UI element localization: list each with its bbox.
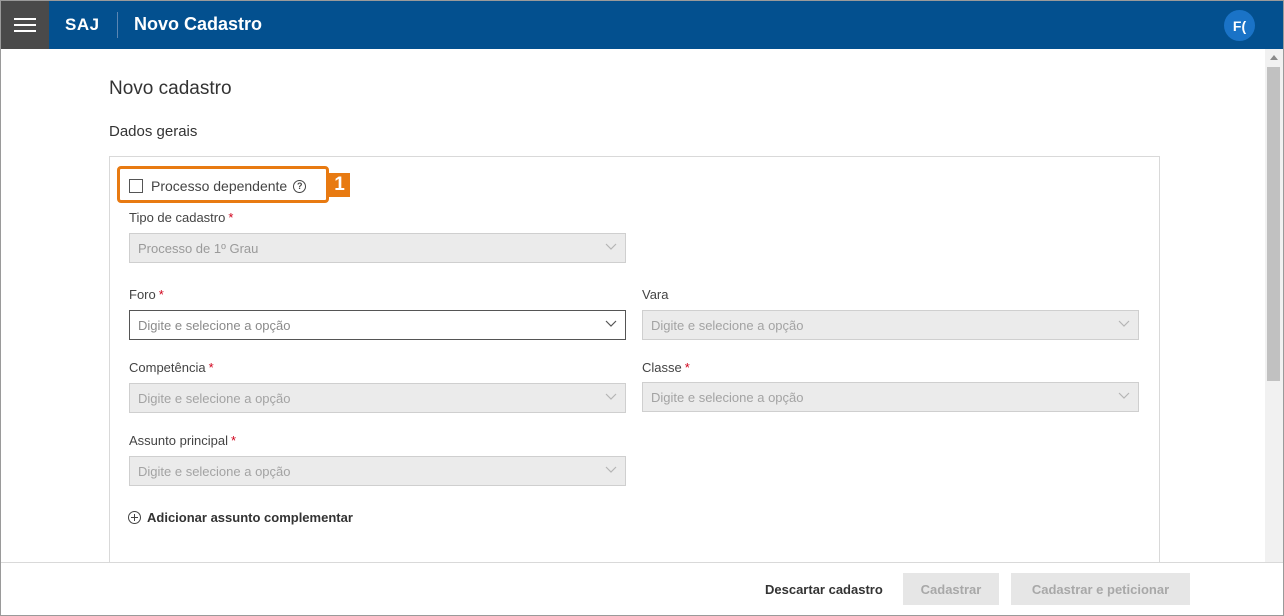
- tipo-cadastro-label-text: Tipo de cadastro: [129, 210, 226, 225]
- classe-label-text: Classe: [642, 360, 682, 375]
- section-title: Dados gerais: [109, 123, 198, 140]
- foro-select[interactable]: Digite e selecione a opção: [129, 310, 626, 340]
- annotation-highlight-box: [117, 166, 329, 203]
- menu-button[interactable]: [1, 1, 49, 49]
- foro-label-text: Foro: [129, 287, 156, 302]
- tipo-cadastro-value: Processo de 1º Grau: [138, 240, 259, 256]
- annotation-badge: 1: [329, 173, 350, 197]
- add-assunto-button[interactable]: Adicionar assunto complementar: [128, 510, 353, 525]
- assunto-principal-label-text: Assunto principal: [129, 433, 228, 448]
- submit-and-petition-button[interactable]: Cadastrar e peticionar: [1011, 573, 1190, 605]
- scroll-thumb[interactable]: [1267, 67, 1280, 381]
- required-mark: *: [208, 360, 214, 375]
- plus-circle-icon: [128, 511, 141, 524]
- chevron-down-icon: [605, 243, 617, 250]
- hamburger-icon: [14, 18, 36, 32]
- foro-label: Foro *: [129, 287, 164, 302]
- top-bar: SAJ Novo Cadastro F(: [1, 1, 1283, 49]
- competencia-placeholder: Digite e selecione a opção: [138, 390, 291, 406]
- competencia-label: Competência *: [129, 360, 214, 375]
- chevron-down-icon: [605, 466, 617, 473]
- app-window: SAJ Novo Cadastro F( Novo cadastro Dados…: [0, 0, 1284, 616]
- vara-label-text: Vara: [642, 287, 669, 302]
- chevron-down-icon: [1118, 320, 1130, 327]
- assunto-principal-placeholder: Digite e selecione a opção: [138, 463, 291, 479]
- competencia-select[interactable]: Digite e selecione a opção: [129, 383, 626, 413]
- classe-select[interactable]: Digite e selecione a opção: [642, 382, 1139, 412]
- add-assunto-label: Adicionar assunto complementar: [147, 510, 353, 525]
- assunto-principal-label: Assunto principal *: [129, 433, 236, 448]
- required-mark: *: [684, 360, 690, 375]
- foro-placeholder: Digite e selecione a opção: [138, 317, 291, 333]
- scroll-up-arrow-icon[interactable]: [1270, 55, 1278, 60]
- competencia-label-text: Competência: [129, 360, 206, 375]
- tipo-cadastro-select[interactable]: Processo de 1º Grau: [129, 233, 626, 263]
- assunto-principal-select[interactable]: Digite e selecione a opção: [129, 456, 626, 486]
- brand-logo[interactable]: SAJ: [65, 15, 100, 35]
- vara-select[interactable]: Digite e selecione a opção: [642, 310, 1139, 340]
- discard-button[interactable]: Descartar cadastro: [765, 582, 883, 597]
- vara-label: Vara: [642, 287, 669, 302]
- chevron-down-icon: [605, 393, 617, 400]
- vertical-scrollbar[interactable]: [1265, 49, 1283, 562]
- app-title: Novo Cadastro: [134, 14, 263, 34]
- chevron-down-icon: [605, 320, 617, 327]
- required-mark: *: [231, 433, 237, 448]
- classe-label: Classe *: [642, 360, 690, 375]
- classe-placeholder: Digite e selecione a opção: [651, 389, 804, 405]
- vara-placeholder: Digite e selecione a opção: [651, 317, 804, 333]
- user-avatar[interactable]: F(: [1224, 10, 1255, 41]
- required-mark: *: [158, 287, 164, 302]
- footer-action-bar: Descartar cadastro Cadastrar Cadastrar e…: [1, 562, 1283, 615]
- submit-button[interactable]: Cadastrar: [903, 573, 999, 605]
- chevron-down-icon: [1118, 392, 1130, 399]
- tipo-cadastro-label: Tipo de cadastro *: [129, 210, 233, 225]
- required-mark: *: [228, 210, 234, 225]
- brand-divider: [117, 12, 118, 38]
- page-title: Novo cadastro: [109, 78, 232, 99]
